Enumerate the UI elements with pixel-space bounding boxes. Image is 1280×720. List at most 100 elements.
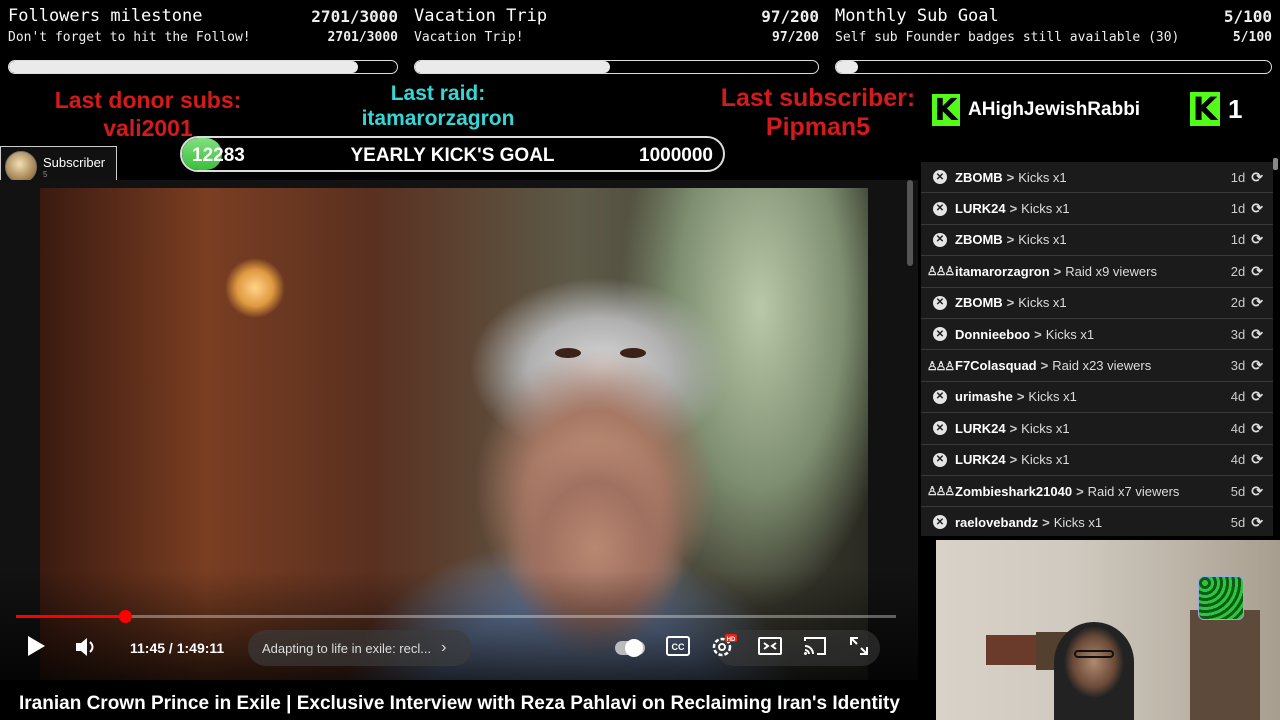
replay-icon[interactable]: ⟳ <box>1251 388 1263 405</box>
goal-subtitle: Self sub Founder badges still available … <box>835 30 1180 45</box>
event-row[interactable]: ✕ Donnieeboo > Kicks x1 3d ⟳ <box>921 319 1273 351</box>
raid-icon: ♙♙♙ <box>926 484 955 499</box>
replay-icon[interactable]: ⟳ <box>1251 483 1263 500</box>
goal-count: 5/100 <box>1223 7 1272 26</box>
event-user: Donnieeboo <box>955 326 1031 342</box>
cast-icon[interactable] <box>803 636 827 661</box>
goal-progress-track <box>414 60 819 74</box>
replay-icon[interactable]: ⟳ <box>1251 231 1263 248</box>
goal-sub-count: 2701/3000 <box>327 30 398 45</box>
event-row[interactable]: ♙♙♙ Zombieshark21040 > Raid x7 viewers 5d ⟳ <box>921 476 1273 508</box>
event-row[interactable]: ✕ ZBOMB > Kicks x1 2d ⟳ <box>921 288 1273 319</box>
event-user: urimashe <box>955 389 1013 405</box>
event-age: 5d <box>1230 514 1246 530</box>
last-raid-name: itamarorzagron <box>361 107 515 130</box>
event-row[interactable]: ♙♙♙ itamarorzagron > Raid x9 viewers 2d ⟳ <box>921 256 1273 288</box>
kick-top-user-name: AHighJewishRabbi <box>968 99 1141 120</box>
raid-icon: ♙♙♙ <box>926 264 955 279</box>
event-desc: Kicks x1 <box>1021 201 1070 217</box>
replay-icon[interactable]: ⟳ <box>1251 326 1263 343</box>
goal-title: Followers milestone <box>8 6 203 26</box>
event-row[interactable]: ✕ urimashe > Kicks x1 4d ⟳ <box>921 382 1273 414</box>
video-scrubber-handle[interactable] <box>119 610 132 623</box>
video-progress-bar[interactable] <box>16 610 896 623</box>
event-row[interactable]: ✕ LURK24 > Kicks x1 4d ⟳ <box>921 445 1273 476</box>
goal-subtitle: Vacation Trip! <box>414 30 524 45</box>
kick-counter: K 1 <box>1190 90 1243 128</box>
event-age: 4d <box>1230 420 1246 436</box>
replay-icon[interactable]: ⟳ <box>1251 294 1263 311</box>
replay-icon[interactable]: ⟳ <box>1251 169 1263 186</box>
green-cup <box>1198 576 1244 620</box>
webcam-feed <box>936 540 1280 720</box>
goal-monthly-sub: Monthly Sub Goal 5/100 Self sub Founder … <box>835 0 1272 80</box>
goal-progress-fill <box>415 61 611 73</box>
kick-icon: ✕ <box>933 452 947 467</box>
event-row[interactable]: ♙♙♙ F7Colasquad > Raid x23 viewers 3d ⟳ <box>921 350 1273 382</box>
autoplay-toggle[interactable] <box>614 639 645 657</box>
settings-icon[interactable]: HD <box>711 633 737 663</box>
arrow-icon: > <box>1016 389 1025 405</box>
kick-icon: ✕ <box>933 201 947 216</box>
event-desc: Kicks x1 <box>1045 326 1095 342</box>
event-row[interactable]: ✕ LURK24 > Kicks x1 4d ⟳ <box>921 413 1273 445</box>
replay-icon[interactable]: ⟳ <box>1251 357 1263 374</box>
event-age: 3d <box>1230 326 1246 342</box>
event-age: 4d <box>1230 452 1246 468</box>
arrow-icon: > <box>1040 358 1049 374</box>
last-subscriber-label: Last subscriber: <box>720 84 916 112</box>
replay-icon[interactable]: ⟳ <box>1251 420 1263 437</box>
event-age: 1d <box>1230 169 1246 185</box>
subscriber-card-label: Subscriber <box>43 155 106 170</box>
event-row[interactable]: ✕ ZBOMB > Kicks x1 1d ⟳ <box>921 225 1273 257</box>
replay-icon[interactable]: ⟳ <box>1251 451 1263 468</box>
event-user: Zombieshark21040 <box>955 483 1073 499</box>
arrow-icon: > <box>1009 420 1018 436</box>
last-raid-label: Last raid: <box>390 82 486 105</box>
event-user: itamarorzagron <box>955 263 1050 279</box>
fullscreen-icon[interactable] <box>848 635 870 662</box>
goal-progress-track <box>835 60 1272 74</box>
event-desc: Kicks x1 <box>1028 389 1077 405</box>
arrow-icon: > <box>1053 263 1062 279</box>
arrow-icon: > <box>1006 169 1015 185</box>
video-player[interactable] <box>0 180 918 680</box>
arrow-icon: > <box>1034 326 1042 342</box>
event-user: ZBOMB <box>955 232 1003 248</box>
event-feed: ✕ ZBOMB > Kicks x1 1d ⟳ ✕ LURK24 > Kicks x1 1d ⟳ ✕ ZB… <box>921 162 1273 536</box>
event-row[interactable]: ✕ LURK24 > Kicks x1 1d ⟳ <box>921 193 1273 225</box>
kick-icon: ✕ <box>933 327 947 342</box>
theater-icon[interactable] <box>757 636 782 660</box>
kick-icon: ✕ <box>933 232 947 247</box>
kick-icon: ✕ <box>933 515 947 530</box>
kick-logo-icon: K <box>932 93 960 128</box>
kick-count-value: 1 <box>1228 93 1243 124</box>
kick-icon: ✕ <box>933 389 947 404</box>
event-desc: Raid x23 viewers <box>1052 358 1152 374</box>
avatar <box>5 151 37 183</box>
volume-icon[interactable] <box>74 635 98 665</box>
yearly-goal-bar: 12283 YEARLY KICK'S GOAL 1000000 <box>180 136 725 172</box>
captions-icon[interactable]: CC <box>665 635 690 661</box>
arrow-icon: > <box>1009 452 1018 468</box>
event-row[interactable]: ✕ raelovebandz > Kicks x1 5d ⟳ <box>921 507 1273 536</box>
event-age: 2d <box>1230 263 1246 279</box>
page-scrollbar[interactable] <box>907 180 913 266</box>
arrow-icon: > <box>1076 483 1084 499</box>
event-feed-scrollbar[interactable] <box>1273 158 1278 170</box>
event-desc: Kicks x1 <box>1021 452 1070 468</box>
event-age: 2d <box>1230 295 1246 311</box>
replay-icon[interactable]: ⟳ <box>1251 514 1263 531</box>
chapter-title: Adapting to life in exile: recl... <box>262 640 432 656</box>
video-time: 11:45 / 1:49:11 <box>130 640 225 656</box>
chapter-button[interactable]: Adapting to life in exile: recl... › <box>248 630 472 666</box>
event-row[interactable]: ✕ ZBOMB > Kicks x1 1d ⟳ <box>921 162 1273 194</box>
kick-icon: ✕ <box>933 295 947 310</box>
replay-icon[interactable]: ⟳ <box>1251 263 1263 280</box>
video-title[interactable]: Iranian Crown Prince in Exile | Exclusiv… <box>19 693 900 715</box>
event-user: F7Colasquad <box>955 358 1037 374</box>
play-icon[interactable] <box>26 635 46 663</box>
replay-icon[interactable]: ⟳ <box>1251 200 1263 217</box>
goal-progress-fill <box>9 61 359 73</box>
goal-count: 2701/3000 <box>311 7 398 26</box>
